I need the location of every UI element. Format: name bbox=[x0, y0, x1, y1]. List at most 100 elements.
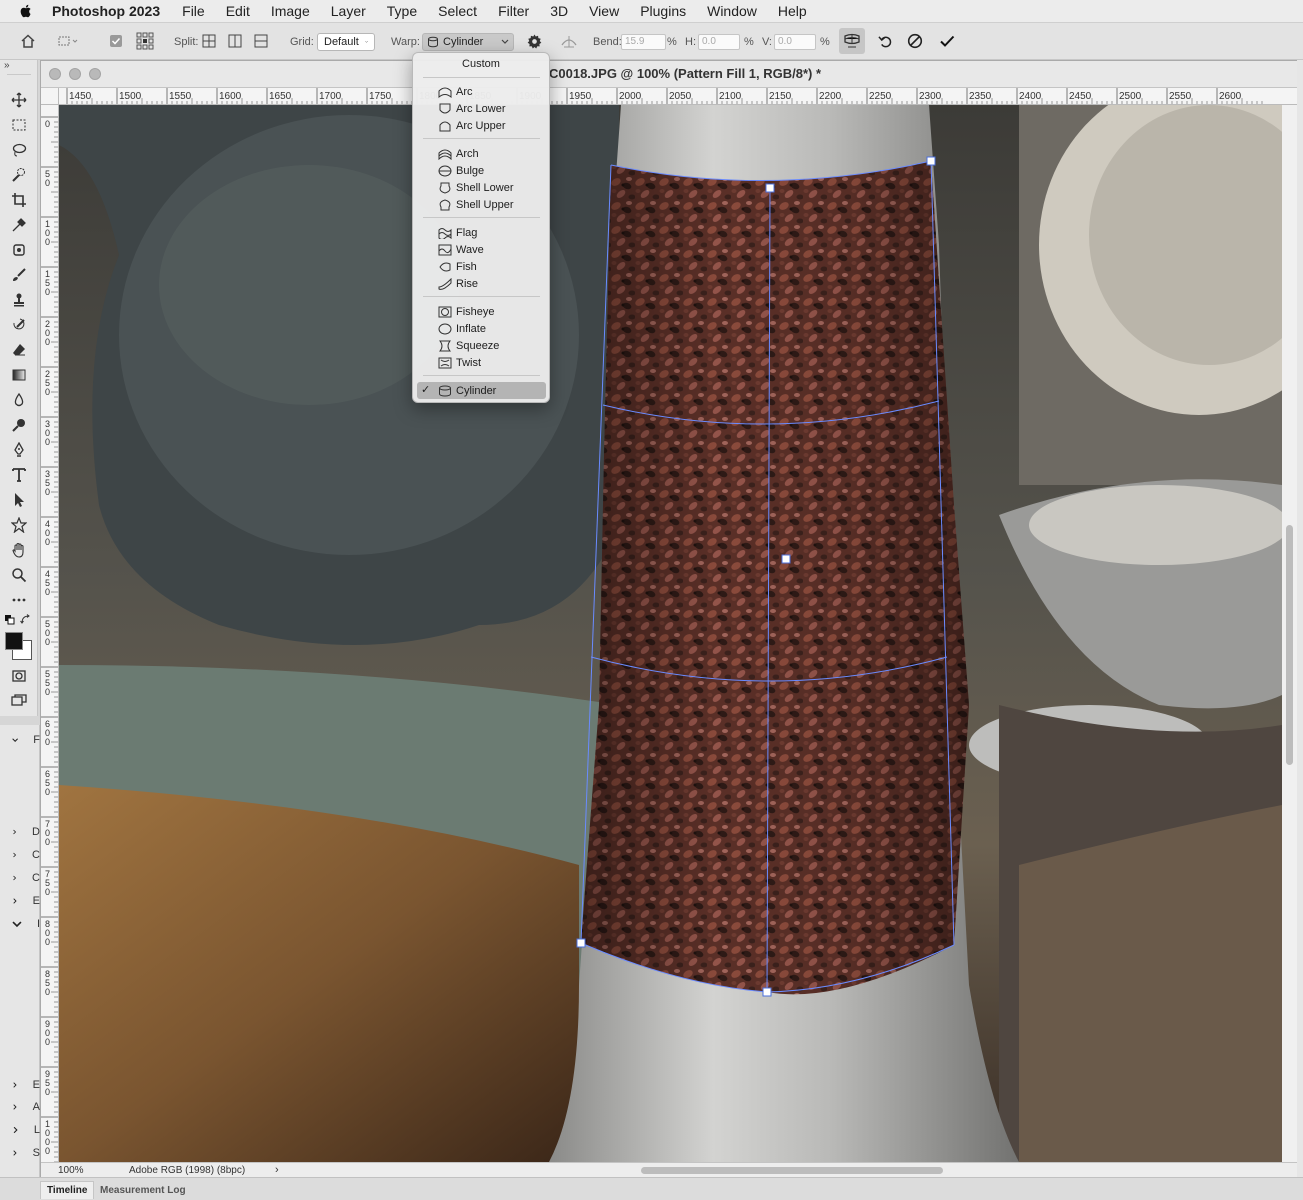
type-tool-icon[interactable] bbox=[9, 465, 29, 485]
warp-menu-item-wave[interactable]: Wave bbox=[417, 241, 546, 258]
panel-group-3[interactable]: C bbox=[0, 845, 40, 865]
warp-menu-item-arc-lower[interactable]: Arc Lower bbox=[417, 100, 546, 117]
split-vertical-icon[interactable] bbox=[224, 30, 246, 52]
status-menu-icon[interactable]: › bbox=[275, 1164, 279, 1176]
warp-menu-item-inflate[interactable]: Inflate bbox=[417, 320, 546, 337]
eraser-tool-icon[interactable] bbox=[9, 340, 29, 360]
clone-stamp-tool-icon[interactable] bbox=[9, 290, 29, 310]
brush-tool-icon[interactable] bbox=[9, 265, 29, 285]
commit-transform-icon[interactable] bbox=[936, 30, 958, 52]
panel-group-7[interactable]: E bbox=[0, 1075, 40, 1095]
gradient-tool-icon[interactable] bbox=[9, 365, 29, 385]
marquee-tool-icon[interactable] bbox=[9, 115, 29, 135]
warp-mode-toggle[interactable] bbox=[839, 28, 865, 54]
warp-menu-item-shell-upper[interactable]: Shell Upper bbox=[417, 196, 546, 213]
warp-menu-item-squeeze[interactable]: Squeeze bbox=[417, 337, 546, 354]
menu-filter[interactable]: Filter bbox=[498, 3, 529, 19]
warp-menu-item-arc-upper[interactable]: Arc Upper bbox=[417, 117, 546, 134]
horizontal-distortion-field[interactable]: 0.0 bbox=[698, 33, 740, 50]
menu-select[interactable]: Select bbox=[438, 3, 477, 19]
path-selection-tool-icon[interactable] bbox=[9, 490, 29, 510]
home-icon[interactable] bbox=[17, 30, 39, 52]
warp-menu-item-custom[interactable]: Custom bbox=[413, 56, 549, 73]
horizontal-ruler[interactable]: 1450150015501600165017001750180018501900… bbox=[59, 88, 1298, 105]
menu-plugins[interactable]: Plugins bbox=[640, 3, 686, 19]
menu-edit[interactable]: Edit bbox=[226, 3, 250, 19]
panel-group-1[interactable]: F bbox=[0, 730, 40, 750]
split-horizontal-icon[interactable] bbox=[250, 30, 272, 52]
menu-image[interactable]: Image bbox=[271, 3, 310, 19]
more-tools-icon[interactable] bbox=[9, 590, 29, 610]
horizontal-scrollbar-thumb[interactable] bbox=[641, 1167, 943, 1174]
image-canvas[interactable] bbox=[59, 105, 1282, 1162]
vertical-scrollbar-thumb[interactable] bbox=[1286, 525, 1293, 765]
app-menu[interactable]: Photoshop 2023 bbox=[52, 3, 160, 19]
grid-select[interactable]: Default bbox=[317, 32, 375, 51]
warp-menu-item-shell-lower[interactable]: Shell Lower bbox=[417, 179, 546, 196]
menu-window[interactable]: Window bbox=[707, 3, 757, 19]
spot-healing-tool-icon[interactable] bbox=[9, 240, 29, 260]
quick-mask-icon[interactable] bbox=[9, 666, 29, 686]
zoom-level[interactable]: 100% bbox=[58, 1165, 84, 1176]
dodge-tool-icon[interactable] bbox=[9, 415, 29, 435]
menu-view[interactable]: View bbox=[589, 3, 619, 19]
screen-mode-icon[interactable] bbox=[9, 690, 29, 710]
close-window-button[interactable] bbox=[49, 68, 61, 80]
quick-selection-tool-icon[interactable] bbox=[9, 165, 29, 185]
move-tool-icon[interactable] bbox=[9, 90, 29, 110]
menu-type[interactable]: Type bbox=[387, 3, 417, 19]
reference-point-grid-icon[interactable] bbox=[134, 30, 156, 52]
panel-group-9[interactable]: L bbox=[0, 1120, 40, 1140]
tab-measurement-log[interactable]: Measurement Log bbox=[94, 1181, 192, 1199]
zoom-tool-icon[interactable] bbox=[9, 565, 29, 585]
change-warp-orientation-icon[interactable] bbox=[558, 30, 580, 52]
warp-menu-item-fisheye[interactable]: Fisheye bbox=[417, 303, 546, 320]
history-brush-tool-icon[interactable] bbox=[9, 315, 29, 335]
warp-menu-item-rise[interactable]: Rise bbox=[417, 275, 546, 292]
eyedropper-tool-icon[interactable] bbox=[9, 215, 29, 235]
bend-field[interactable]: 15.9 bbox=[621, 33, 666, 50]
foreground-color-swatch[interactable] bbox=[5, 632, 23, 650]
panel-group-8[interactable]: A bbox=[0, 1097, 40, 1117]
warp-menu-item-arch[interactable]: Arch bbox=[417, 145, 546, 162]
lasso-tool-icon[interactable] bbox=[9, 140, 29, 160]
menu-help[interactable]: Help bbox=[778, 3, 807, 19]
pen-tool-icon[interactable] bbox=[9, 440, 29, 460]
minimize-window-button[interactable] bbox=[69, 68, 81, 80]
warp-menu-item-arc[interactable]: Arc bbox=[417, 83, 546, 100]
swap-colors-icon[interactable] bbox=[20, 614, 34, 628]
panel-group-4[interactable]: C bbox=[0, 868, 40, 888]
vertical-scrollbar[interactable] bbox=[1282, 105, 1298, 1162]
zoom-window-button[interactable] bbox=[89, 68, 101, 80]
vertical-distortion-field[interactable]: 0.0 bbox=[774, 33, 816, 50]
apple-icon[interactable] bbox=[18, 3, 36, 19]
hand-tool-icon[interactable] bbox=[9, 540, 29, 560]
menu-layer[interactable]: Layer bbox=[331, 3, 366, 19]
panel-group-2[interactable]: D bbox=[0, 822, 40, 842]
panel-group-10[interactable]: S bbox=[0, 1143, 40, 1163]
warp-menu-item-bulge[interactable]: Bulge bbox=[417, 162, 546, 179]
default-colors-icon[interactable] bbox=[4, 614, 18, 628]
tab-timeline[interactable]: Timeline bbox=[40, 1181, 95, 1199]
crop-tool-icon[interactable] bbox=[9, 190, 29, 210]
panel-group-6[interactable]: I bbox=[0, 914, 40, 934]
reference-point-checkbox[interactable] bbox=[105, 30, 127, 52]
warp-menu-item-flag[interactable]: Flag bbox=[417, 224, 546, 241]
panel-group-5[interactable]: E bbox=[0, 891, 40, 911]
menu-file[interactable]: File bbox=[182, 3, 205, 19]
warp-menu-item-fish[interactable]: Fish bbox=[417, 258, 546, 275]
transform-tool-icon[interactable] bbox=[56, 30, 78, 52]
warp-style-select[interactable]: Cylinder bbox=[422, 32, 514, 51]
cancel-transform-icon[interactable] bbox=[904, 30, 926, 52]
warp-menu-item-cylinder[interactable]: ✓ Cylinder bbox=[417, 382, 546, 399]
custom-shape-tool-icon[interactable] bbox=[9, 515, 29, 535]
blur-tool-icon[interactable] bbox=[9, 390, 29, 410]
ruler-origin[interactable] bbox=[41, 88, 59, 105]
vertical-ruler[interactable]: 0501001502002503003504004505005506006507… bbox=[41, 105, 59, 1162]
gear-icon[interactable] bbox=[523, 30, 545, 52]
menu-3d[interactable]: 3D bbox=[550, 3, 568, 19]
warp-menu-item-twist[interactable]: Twist bbox=[417, 354, 546, 371]
expand-panel-icon[interactable]: » bbox=[4, 60, 10, 71]
undo-icon[interactable] bbox=[874, 30, 896, 52]
split-cross-icon[interactable] bbox=[198, 30, 220, 52]
